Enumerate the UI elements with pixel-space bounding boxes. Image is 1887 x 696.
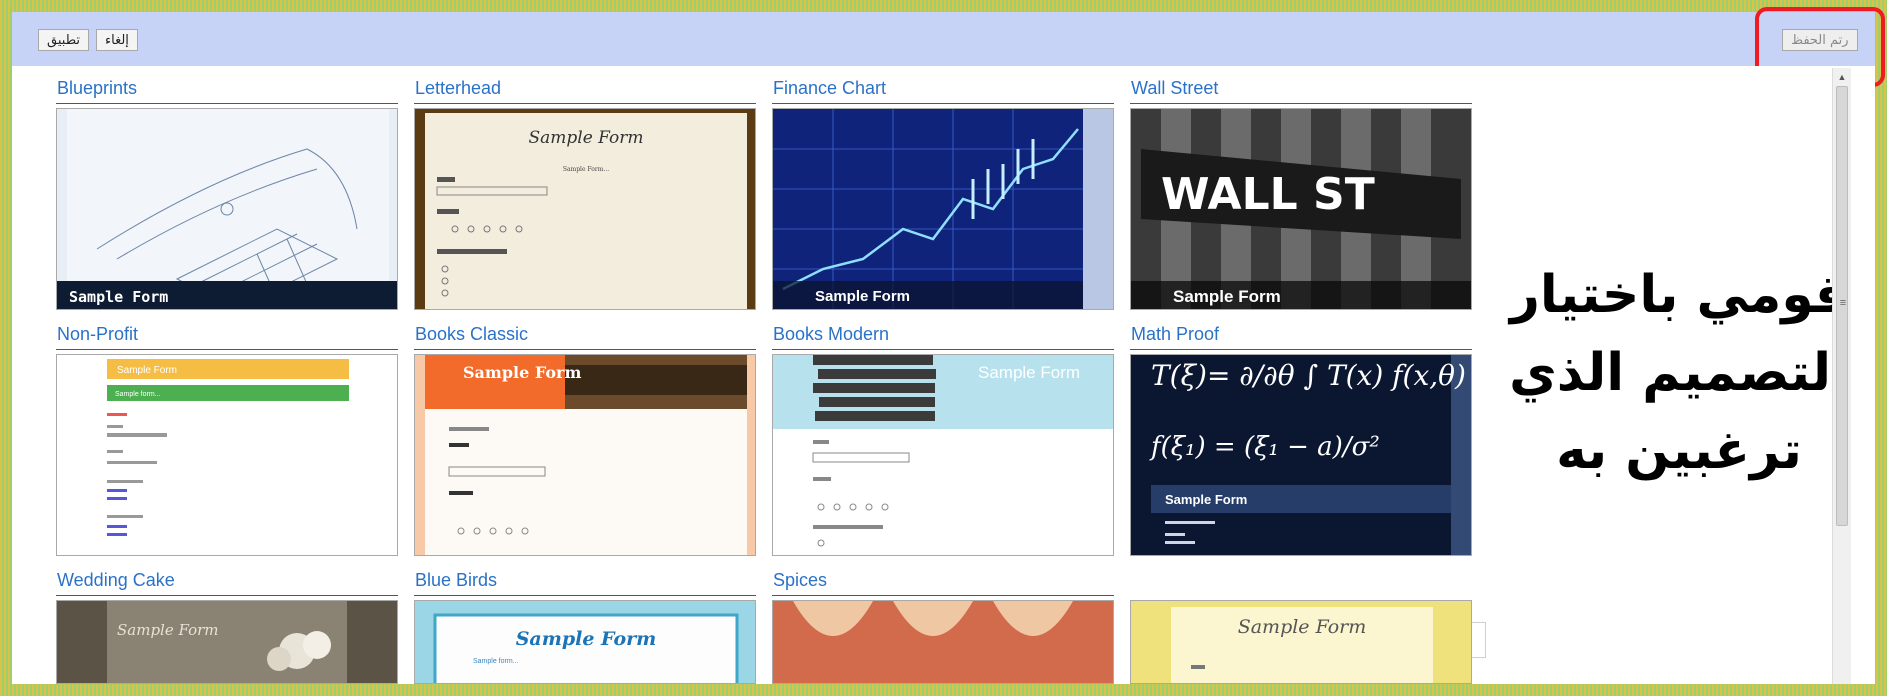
caption: Sample Form xyxy=(1173,287,1281,306)
theme-thumb-floral[interactable]: Sample Form xyxy=(1130,600,1472,684)
theme-title-wall-street[interactable]: Wall Street xyxy=(1130,78,1472,104)
theme-title-blueprints[interactable]: Blueprints xyxy=(56,78,398,104)
books-modern-preview: Sample Form xyxy=(773,355,1113,555)
theme-title-non-profit[interactable]: Non-Profit xyxy=(56,324,398,350)
blueprint-preview: Sample Form xyxy=(57,109,397,309)
theme-thumb-wedding-cake[interactable]: Sample Form xyxy=(56,600,398,684)
theme-title-letterhead[interactable]: Letterhead xyxy=(414,78,756,104)
wallstreet-preview: WALL ST Sample Form xyxy=(1131,109,1471,309)
finance-preview: Sample Form xyxy=(773,109,1113,309)
theme-title-books-classic[interactable]: Books Classic xyxy=(414,324,756,350)
preview-header: Sample Form xyxy=(463,363,581,382)
preview-header: Sample Form xyxy=(978,363,1080,382)
theme-gallery: Blueprints Sample Form Letterhead Sample… xyxy=(12,66,1875,684)
svg-text:T(ξ)= ∂/∂θ ∫ T(x) f(x,θ) dx: T(ξ)= ∂/∂θ ∫ T(x) f(x,θ) dx xyxy=(1151,359,1472,392)
spices-preview xyxy=(773,601,1113,683)
books-classic-preview: Sample Form xyxy=(415,355,755,555)
wedding-cake-preview: Sample Form xyxy=(57,601,397,683)
theme-title-wedding-cake[interactable]: Wedding Cake xyxy=(56,570,398,596)
preview-header: Sample Form xyxy=(117,365,177,376)
theme-title-finance-chart[interactable]: Finance Chart xyxy=(772,78,1114,104)
preview-header: Sample Form xyxy=(516,628,657,650)
theme-thumb-non-profit[interactable]: Sample Form Sample form... xyxy=(56,354,398,556)
theme-thumb-math-proof[interactable]: T(ξ)= ∂/∂θ ∫ T(x) f(x,θ) dx f(ξ₁) = (ξ₁ … xyxy=(1130,354,1472,556)
theme-thumb-spices[interactable] xyxy=(772,600,1114,684)
scroll-up-icon[interactable]: ▲ xyxy=(1833,68,1851,86)
caption: Sample Form xyxy=(815,288,910,305)
cancel-button[interactable]: إلغاء xyxy=(96,29,138,51)
caption: Sample Form xyxy=(69,288,168,306)
toolbar: تطبيق إلغاء رتم الحفظ xyxy=(12,12,1875,66)
theme-thumb-blueprints[interactable]: Sample Form xyxy=(56,108,398,310)
grip-icon: ≡ xyxy=(1839,297,1847,309)
apply-button[interactable]: تطبيق xyxy=(38,29,89,51)
preview-title: Sample Form xyxy=(528,128,643,148)
preview-subtitle: Sample form... xyxy=(473,658,519,665)
theme-title-spices[interactable]: Spices xyxy=(772,570,1114,596)
nonprofit-preview: Sample Form Sample form... xyxy=(57,355,397,555)
theme-thumb-finance-chart[interactable]: Sample Form xyxy=(772,108,1114,310)
theme-thumb-wall-street[interactable]: WALL ST Sample Form xyxy=(1130,108,1472,310)
theme-thumb-books-classic[interactable]: Sample Form xyxy=(414,354,756,556)
theme-title-blue-birds[interactable]: Blue Birds xyxy=(414,570,756,596)
preview-subtitle: Sample form... xyxy=(115,391,161,398)
theme-thumb-blue-birds[interactable]: Sample Form Sample form... xyxy=(414,600,756,684)
letterhead-preview: Sample Form Sample Form... xyxy=(415,109,755,309)
preview-header: Sample Form xyxy=(1238,616,1367,638)
theme-thumb-books-modern[interactable]: Sample Form xyxy=(772,354,1114,556)
theme-title-books-modern[interactable]: Books Modern xyxy=(772,324,1114,350)
wall-street-sign: WALL ST xyxy=(1161,169,1375,220)
caption: Sample Form xyxy=(1165,492,1247,507)
preview-subtitle: Sample Form... xyxy=(563,166,609,173)
math-proof-preview: T(ξ)= ∂/∂θ ∫ T(x) f(x,θ) dx f(ξ₁) = (ξ₁ … xyxy=(1131,355,1472,555)
preview-header: Sample Form xyxy=(117,621,219,639)
floral-preview: Sample Form xyxy=(1131,601,1471,683)
svg-text:f(ξ₁) = (ξ₁ − a)/σ²: f(ξ₁) = (ξ₁ − a)/σ² xyxy=(1149,432,1380,462)
theme-thumb-letterhead[interactable]: Sample Form Sample Form... xyxy=(414,108,756,310)
promo-text: قومي باختيار التصميم الذي ترغبين به xyxy=(1509,265,1849,481)
scrollbar-thumb[interactable]: ≡ xyxy=(1836,86,1848,526)
blue-birds-preview: Sample Form Sample form... xyxy=(415,601,755,683)
theme-title-math-proof[interactable]: Math Proof xyxy=(1130,324,1472,350)
vertical-scrollbar[interactable]: ▲ ≡ xyxy=(1832,68,1851,684)
